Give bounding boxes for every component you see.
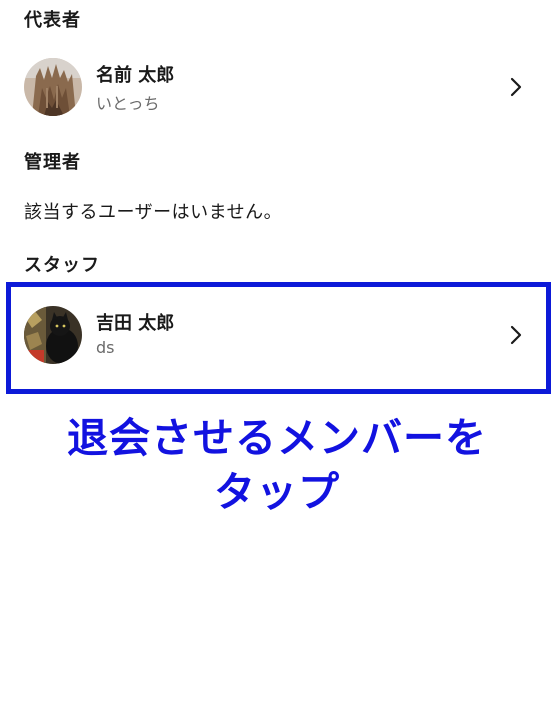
highlight-box	[6, 282, 551, 394]
empty-state-text: 該当するユーザーはいません。	[24, 202, 283, 223]
member-name: 名前 太郎	[96, 65, 175, 86]
section-title-admin: 管理者	[24, 152, 81, 173]
member-subtitle: いとっち	[96, 94, 160, 113]
building-photo-avatar-icon	[24, 58, 82, 116]
instruction-text-line2: タップ	[214, 468, 340, 516]
member-row-representative[interactable]: 名前 太郎 いとっち	[24, 58, 534, 118]
section-title-staff: スタッフ	[24, 255, 100, 276]
chevron-right-icon[interactable]	[506, 75, 526, 99]
instruction-text-line1: 退会させるメンバーを	[67, 414, 487, 462]
avatar	[24, 58, 82, 116]
section-title-representative: 代表者	[24, 10, 81, 31]
